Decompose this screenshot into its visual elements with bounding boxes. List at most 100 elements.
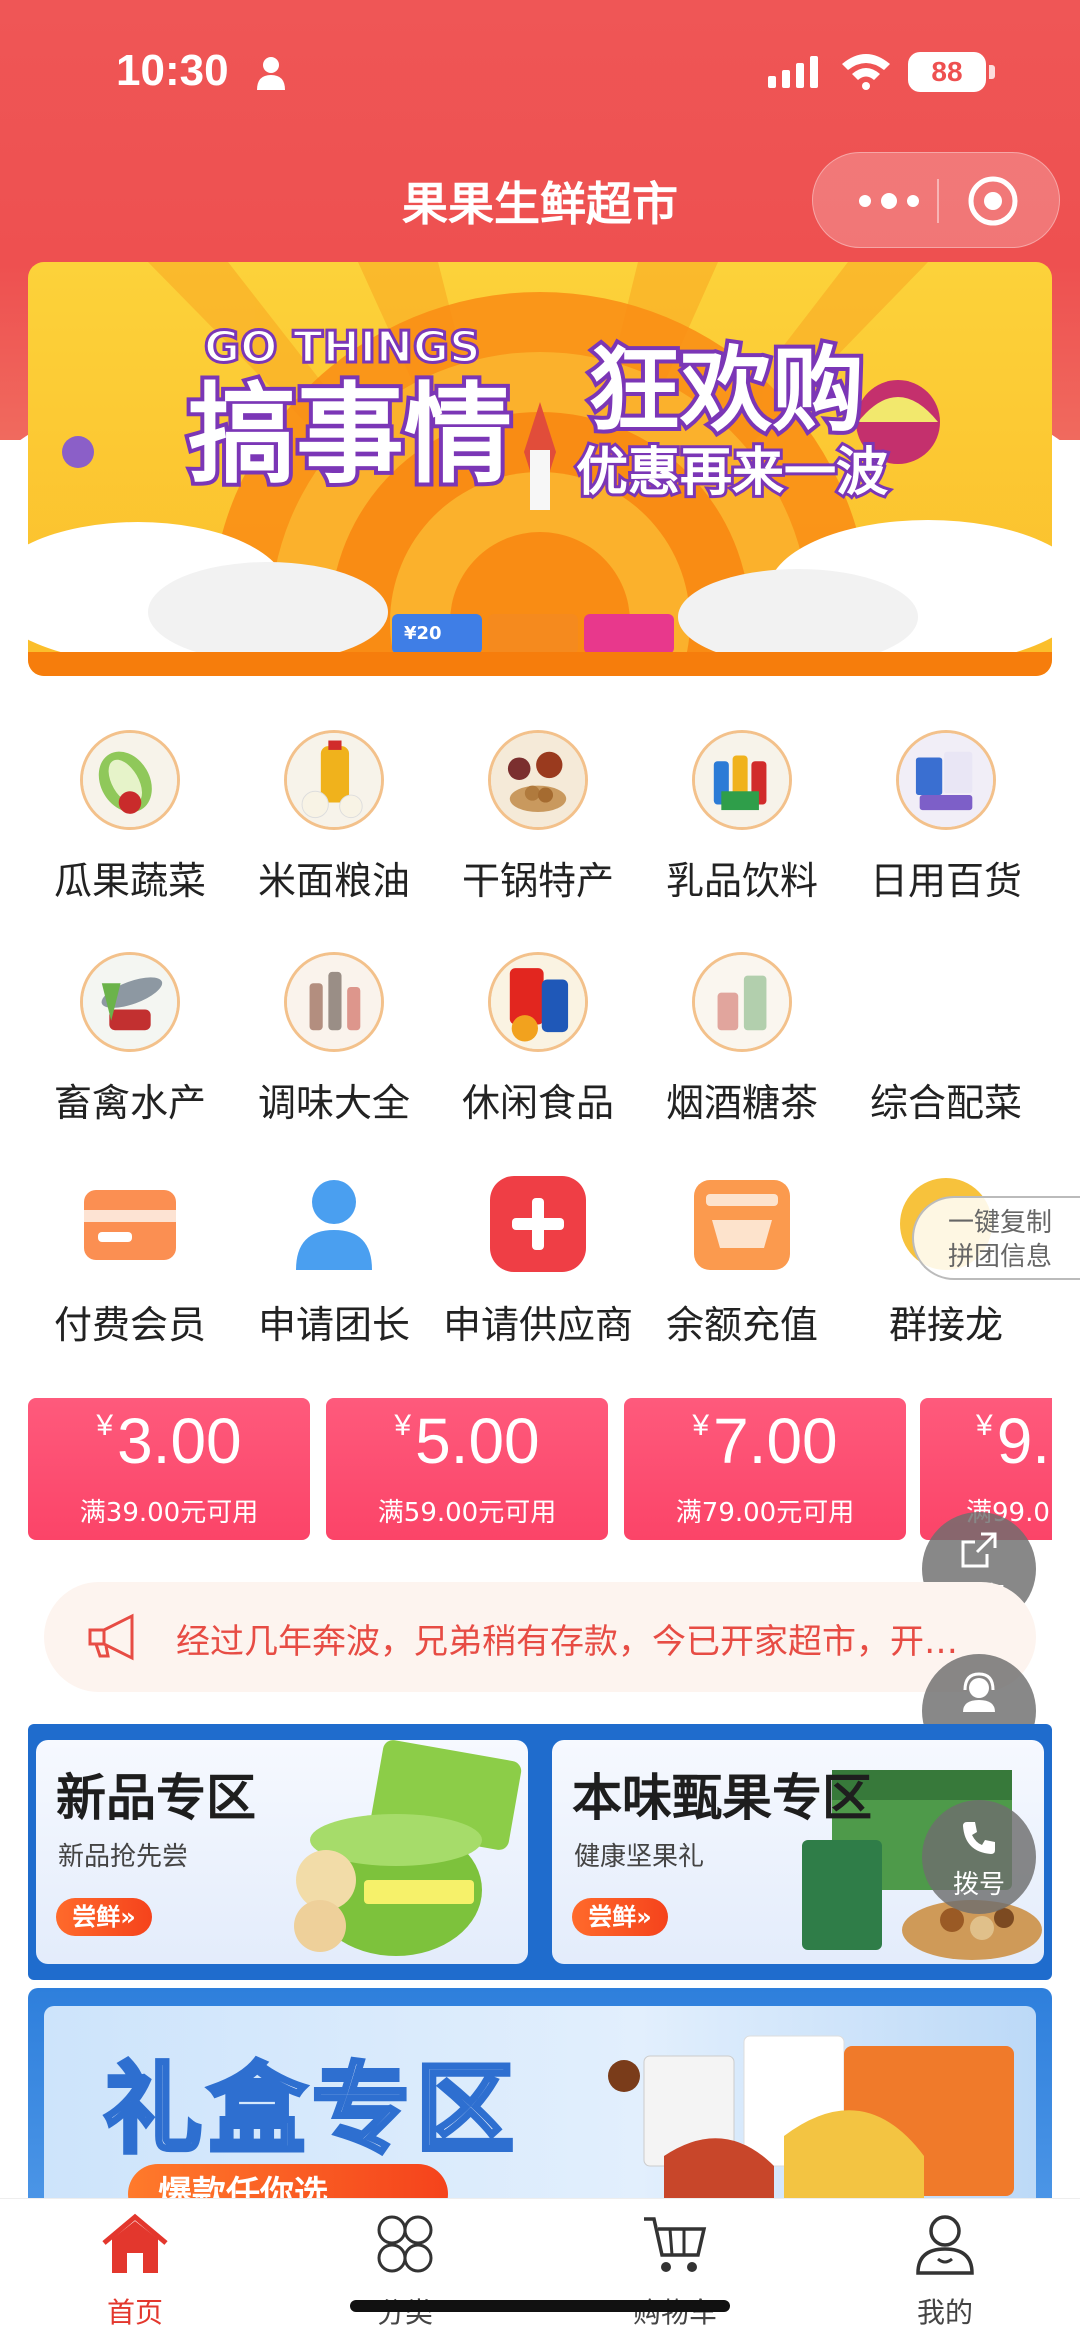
liquor-tea-icon [692,952,792,1052]
category-daily-goods[interactable]: 日用百货 [844,730,1048,930]
category-grain-oil[interactable]: 米面粮油 [232,730,436,930]
coupon-condition: 满59.00元可用 [377,1498,557,1528]
category-label: 畜禽水产 [53,1081,206,1125]
status-bar: 10:30 88 [0,0,1080,150]
coupon-amount: ¥3.00 [96,1405,242,1477]
gift-box-section[interactable]: 礼盒专区 爆款任你选 [28,1988,1052,2200]
meat-seafood-icon [80,952,180,1052]
paid-membership-entry[interactable]: 付费会员 [28,1174,232,1374]
category-label: 休闲食品 [461,1081,614,1125]
category-label: 乳品饮料 [665,859,818,903]
more-icon[interactable] [849,175,929,227]
person-icon [296,1180,372,1270]
promo-title: 新品专区 [56,1769,256,1827]
copy-group-info-button[interactable]: 一键复制 拼团信息 [912,1196,1080,1280]
promo-card-new[interactable]: 新品专区 新品抢先尝 尝鲜» [36,1740,528,1964]
apply-supplier-entry[interactable]: 申请供应商 [436,1174,640,1374]
drinks-icon [692,730,792,830]
wallet-icon [694,1180,790,1270]
category-specialty[interactable]: 干锅特产 [436,730,640,930]
seasoning-icon [284,952,384,1052]
category-label: 干锅特产 [461,859,614,903]
category-label: 综合配菜 [869,1081,1022,1125]
category-liquor-tea[interactable]: 烟酒糖茶 [640,952,844,1152]
card-icon [84,1190,176,1260]
phone-icon [963,1822,995,1854]
gift-products-image [608,2035,1014,2200]
promo-subtitle: 新品抢先尝 [58,1842,189,1872]
call-button[interactable]: 拨号 [922,1800,1036,1914]
snack-product-image [294,1740,522,1956]
miniprogram-capsule [812,152,1060,248]
tab-cart[interactable]: 购物车 [540,2199,810,2339]
copy-tag-line-2: 拼团信息 [948,1242,1053,1272]
category-vegetables[interactable]: 瓜果蔬菜 [28,730,232,930]
home-icon [102,2213,168,2273]
promo-section: 新品专区 新品抢先尝 尝鲜» 本味甄果专区 健康坚果礼 尝鲜» [28,1724,1052,1980]
banner-en-text: GO THINGS [204,322,481,373]
tab-home[interactable]: 首页 [0,2199,270,2339]
banner-chip-2 [488,614,578,654]
banner-sub-text: 优惠再来一波 [576,443,888,503]
banner-chip-3 [584,614,674,654]
coupon-condition: 满79.00元可用 [675,1498,855,1528]
headset-icon [963,1672,995,1712]
category-label: 日用百货 [869,859,1022,903]
category-label: 申请供应商 [442,1303,633,1347]
tab-label: 首页 [106,2296,163,2329]
coupon-card[interactable]: ¥3.00 满39.00元可用 [28,1398,310,1540]
balance-recharge-entry[interactable]: 余额充值 [640,1174,844,1374]
specialty-icon [488,730,588,830]
category-label: 群接龙 [888,1303,1003,1347]
coupon-amount: ¥7.00 [692,1405,838,1477]
grain-oil-icon [284,730,384,830]
share-icon [961,1532,997,1568]
apply-group-leader-entry[interactable]: 申请团长 [232,1174,436,1374]
coupon-condition: 满39.00元可用 [79,1498,259,1528]
copy-tag-line-1: 一键复制 [948,1208,1053,1238]
announcement-text: 经过几年奔波，兄弟稍有存款，今已开家超市，开… [176,1622,958,1662]
category-label: 调味大全 [257,1081,410,1125]
tab-profile[interactable]: 我的 [810,2199,1080,2339]
announcement-bar[interactable]: 经过几年奔波，兄弟稍有存款，今已开家超市，开… [44,1582,1036,1692]
plus-icon [490,1176,586,1272]
wifi-icon [842,54,890,90]
category-label: 付费会员 [53,1303,206,1347]
vegetables-icon [80,730,180,830]
tab-label: 我的 [916,2296,973,2329]
category-snacks[interactable]: 休闲食品 [436,952,640,1152]
category-icon [377,2215,433,2273]
coupon-card[interactable]: ¥7.00 满79.00元可用 [624,1398,906,1540]
bottom-tab-bar: 首页 分类 购物车 我的 [0,2198,1080,2339]
banner-bottom-strip [28,652,1052,676]
category-label: 米面粮油 [257,859,410,903]
category-label: 余额充值 [665,1303,818,1347]
category-seasoning[interactable]: 调味大全 [232,952,436,1152]
category-label: 瓜果蔬菜 [53,859,206,903]
promo-title: 本味甄果专区 [572,1769,872,1827]
category-label: 申请团长 [257,1303,410,1347]
person-icon [257,57,285,90]
banner-main-text: 搞事情 [188,373,512,498]
profile-icon [916,2215,974,2275]
try-now-button[interactable]: 尝鲜» [572,1898,668,1936]
banner-right-text: 狂欢购 [588,337,864,444]
daily-goods-icon [896,730,996,830]
snacks-icon [488,952,588,1052]
category-drinks[interactable]: 乳品饮料 [640,730,844,930]
call-label: 拨号 [952,1870,1005,1900]
coupon-card[interactable]: ¥5.00 满59.00元可用 [326,1398,608,1540]
banner-chip-1: ¥20 [392,614,482,654]
category-side-dish[interactable]: 综合配菜 [844,952,1048,1152]
try-now-button[interactable]: 尝鲜» [56,1898,152,1936]
coupon-amount: ¥5.00 [394,1405,540,1477]
cart-icon [644,2217,707,2272]
status-time: 10:30 [116,46,229,95]
gift-box-tag: 爆款任你选 [128,2164,448,2200]
megaphone-icon [88,1613,134,1661]
tab-category[interactable]: 分类 [270,2199,540,2339]
category-meat-seafood[interactable]: 畜禽水产 [28,952,232,1152]
close-miniprogram-icon[interactable] [965,173,1021,229]
promo-banner[interactable]: GO THINGS 搞事情 狂欢购 优惠再来一波 ¥20 [28,262,1052,676]
promo-subtitle: 健康坚果礼 [574,1842,705,1872]
